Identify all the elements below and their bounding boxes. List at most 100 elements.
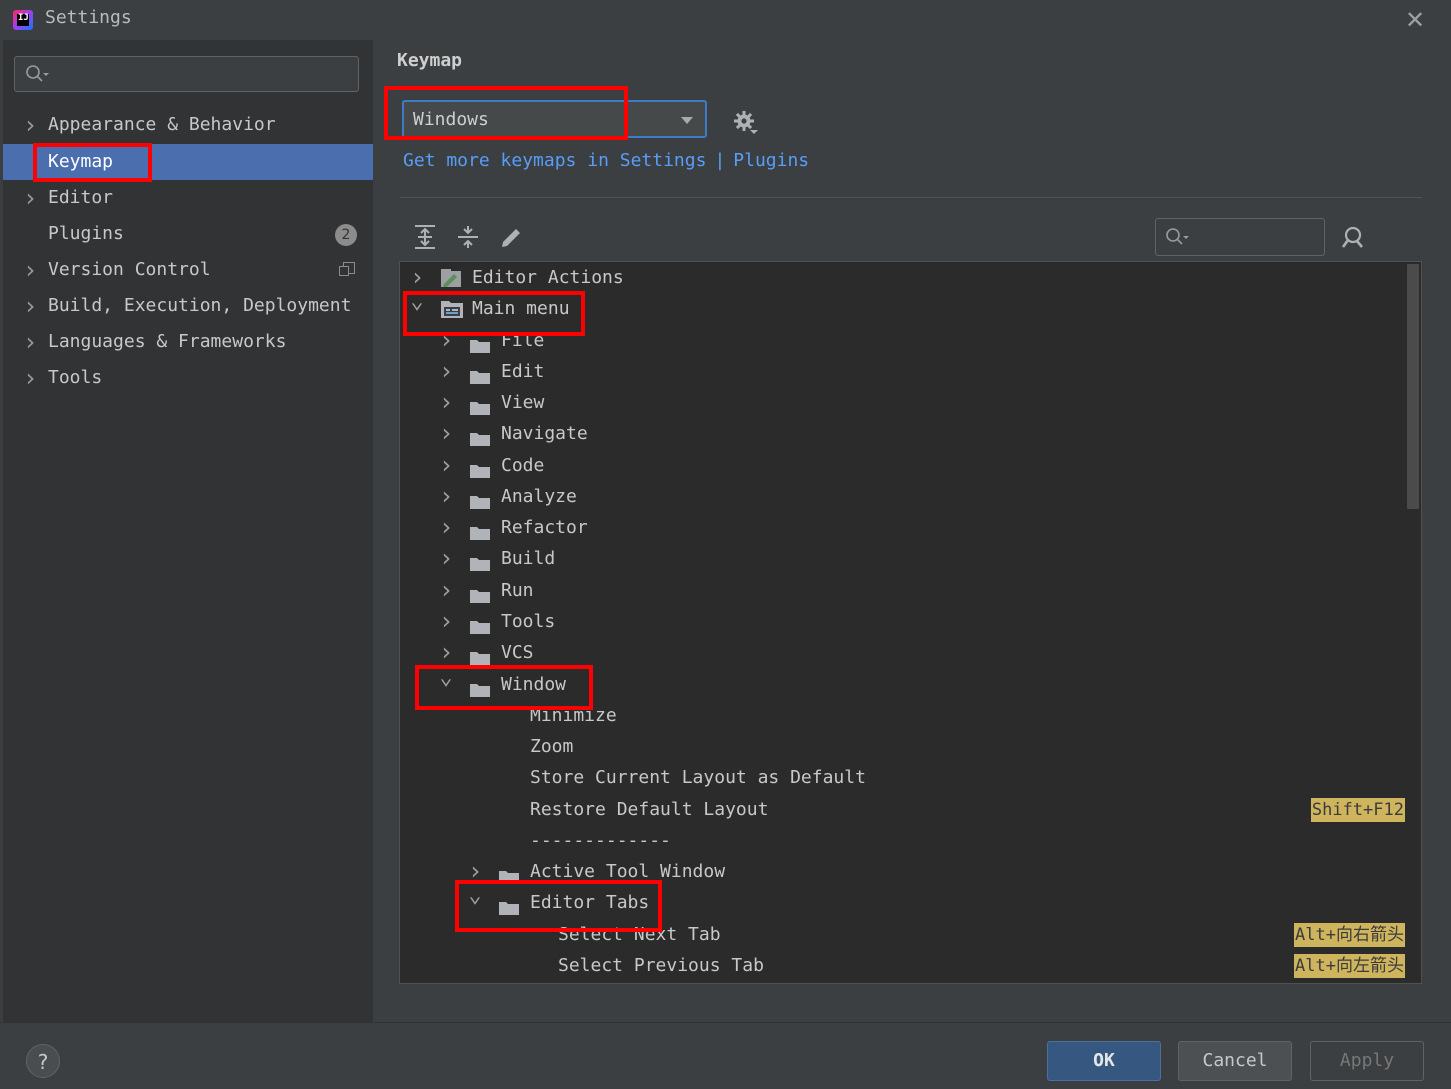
chevron-right-icon[interactable]: › — [23, 360, 37, 396]
chevron-right-icon[interactable]: › — [439, 481, 453, 512]
tree-group-row[interactable]: › Tools — [400, 606, 1405, 637]
folder-icon — [469, 677, 491, 697]
tree-group-row[interactable]: › Run — [400, 575, 1405, 606]
chevron-right-icon[interactable]: › — [23, 252, 37, 288]
chevron-right-icon[interactable]: › — [439, 418, 453, 449]
sidebar-item-label: Keymap — [48, 151, 114, 172]
tree-group-row[interactable]: › File — [400, 325, 1405, 356]
chevron-right-icon[interactable]: › — [439, 356, 453, 387]
tree-group-row[interactable]: › Refactor — [400, 512, 1405, 543]
tree-group-row[interactable]: › Navigate — [400, 418, 1405, 449]
tree-action-row[interactable]: Store Current Layout as Default — [400, 762, 1405, 793]
tree-group-row[interactable]: › Editor Actions — [400, 262, 1405, 293]
help-button[interactable]: ? — [26, 1044, 60, 1078]
tree-row-label: VCS — [501, 642, 534, 664]
settings-search-input[interactable] — [14, 56, 359, 92]
tree-row-label: Editor Tabs — [530, 892, 650, 914]
shortcut-badge: Shift+F12 — [1310, 797, 1405, 822]
folder-icon — [469, 583, 491, 603]
apply-button[interactable]: Apply — [1310, 1041, 1424, 1081]
tree-group-row[interactable]: › Analyze — [400, 481, 1405, 512]
tree-action-row[interactable]: Zoom — [400, 731, 1405, 762]
sidebar-item-tools[interactable]: › Tools — [3, 360, 373, 396]
keymap-action-tree: › Editor Actions ⌄ Main menu › File › Edit › View… — [399, 261, 1422, 984]
tree-row-label: Zoom — [530, 736, 574, 758]
sidebar-item-build-execution-deployment[interactable]: › Build, Execution, Deployment — [3, 288, 373, 324]
folder-icon — [469, 520, 491, 541]
chevron-right-icon[interactable]: › — [439, 325, 453, 356]
tree-action-row[interactable]: Select Next Tab Alt+向右箭头 — [400, 919, 1405, 950]
chevron-down-icon[interactable]: ⌄ — [410, 286, 424, 317]
folder-icon — [469, 614, 491, 634]
tree-search-input[interactable] — [1155, 218, 1325, 256]
tree-action-row[interactable]: Restore Default Layout Shift+F12 — [400, 794, 1405, 825]
folder-icon — [469, 645, 491, 666]
sidebar-item-plugins[interactable]: Plugins 2 — [3, 216, 373, 252]
dialog-button-bar: ? OK Cancel Apply — [0, 1022, 1451, 1089]
tree-action-row[interactable]: Select Previous Tab Alt+向左箭头 — [400, 950, 1405, 981]
intellij-logo-icon: IJ — [13, 10, 33, 30]
tree-group-row[interactable]: › Active Tool Window — [400, 856, 1405, 887]
folder-icon — [469, 333, 491, 353]
sidebar-item-keymap[interactable]: Keymap — [3, 144, 373, 180]
tree-row-label: Navigate — [501, 423, 588, 445]
tree-row-label: Edit — [501, 360, 545, 382]
tree-group-row[interactable]: ⌄ Window — [400, 665, 1405, 700]
get-more-keymaps-link[interactable]: Get more keymaps in Settings — [403, 150, 706, 171]
tree-separator-row[interactable]: ------------- — [400, 825, 1405, 856]
chevron-right-icon[interactable]: › — [23, 107, 37, 143]
tree-group-row[interactable]: › Edit — [400, 356, 1405, 387]
chevron-right-icon[interactable]: › — [439, 606, 453, 637]
edit-pencil-icon[interactable] — [499, 224, 523, 250]
tree-group-row[interactable]: › Code — [400, 450, 1405, 481]
folder-icon — [469, 364, 491, 384]
tree-row-label: Restore Default Layout — [530, 798, 769, 820]
plugins-link[interactable]: Plugins — [733, 150, 809, 171]
sidebar-item-label: Plugins — [48, 223, 124, 244]
window-title: Settings — [45, 7, 132, 28]
tree-group-row[interactable]: ⌄ Editor Tabs — [400, 883, 1405, 918]
chevron-down-icon[interactable]: ⌄ — [468, 880, 482, 911]
tree-row-label: Select Next Tab — [558, 923, 721, 945]
expand-all-icon[interactable] — [413, 224, 437, 250]
chevron-right-icon[interactable]: › — [439, 575, 453, 606]
close-icon[interactable]: ✕ — [1405, 6, 1425, 34]
tree-row-label: Active Tool Window — [530, 861, 726, 883]
keymaps-link-line: Get more keymaps in Settings | Plugins — [403, 150, 809, 171]
tree-group-row[interactable]: › VCS — [400, 637, 1405, 668]
tree-group-row[interactable]: › Build — [400, 543, 1405, 574]
tree-row-label: Store Current Layout as Default — [530, 767, 866, 789]
chevron-right-icon[interactable]: › — [23, 180, 37, 216]
chevron-right-icon[interactable]: › — [23, 288, 37, 324]
gear-icon[interactable] — [733, 110, 759, 136]
sidebar-item-languages-frameworks[interactable]: › Languages & Frameworks — [3, 324, 373, 360]
keymap-select[interactable]: Windows — [402, 100, 707, 138]
shortcut-badge: Alt+向左箭头 — [1294, 953, 1405, 978]
title-bar: IJ Settings ✕ — [0, 0, 1451, 40]
sidebar-item-label: Languages & Frameworks — [48, 331, 287, 352]
settings-sidebar: › Appearance & Behavior Keymap › Editor Plugi… — [3, 40, 373, 1022]
chevron-right-icon[interactable]: › — [439, 450, 453, 481]
tree-row-label: Build — [501, 548, 556, 570]
chevron-right-icon[interactable]: › — [439, 543, 453, 574]
sidebar-item-appearance-behavior[interactable]: › Appearance & Behavior — [3, 107, 373, 143]
collapse-all-icon[interactable] — [456, 224, 480, 250]
tree-row-label: Editor Actions — [472, 267, 624, 288]
tree-row-label: Analyze — [501, 485, 577, 507]
ok-button[interactable]: OK — [1047, 1041, 1161, 1081]
chevron-down-icon[interactable]: ⌄ — [439, 662, 453, 693]
sidebar-item-version-control[interactable]: › Version Control — [3, 252, 373, 288]
tree-group-row[interactable]: › View — [400, 387, 1405, 418]
chevron-right-icon[interactable]: › — [439, 512, 453, 543]
chevron-right-icon[interactable]: › — [23, 324, 37, 360]
chevron-right-icon[interactable]: › — [439, 387, 453, 418]
folder-icon — [469, 426, 491, 447]
divider — [400, 197, 1422, 198]
sidebar-item-editor[interactable]: › Editor — [3, 180, 373, 216]
tree-scrollbar[interactable] — [1407, 264, 1419, 509]
tree-row-label: Main menu — [472, 298, 570, 320]
tree-action-row[interactable]: Minimize — [400, 700, 1405, 731]
find-by-shortcut-icon[interactable] — [1341, 225, 1367, 251]
cancel-button[interactable]: Cancel — [1178, 1041, 1292, 1081]
tree-group-row[interactable]: ⌄ Main menu — [400, 289, 1405, 324]
